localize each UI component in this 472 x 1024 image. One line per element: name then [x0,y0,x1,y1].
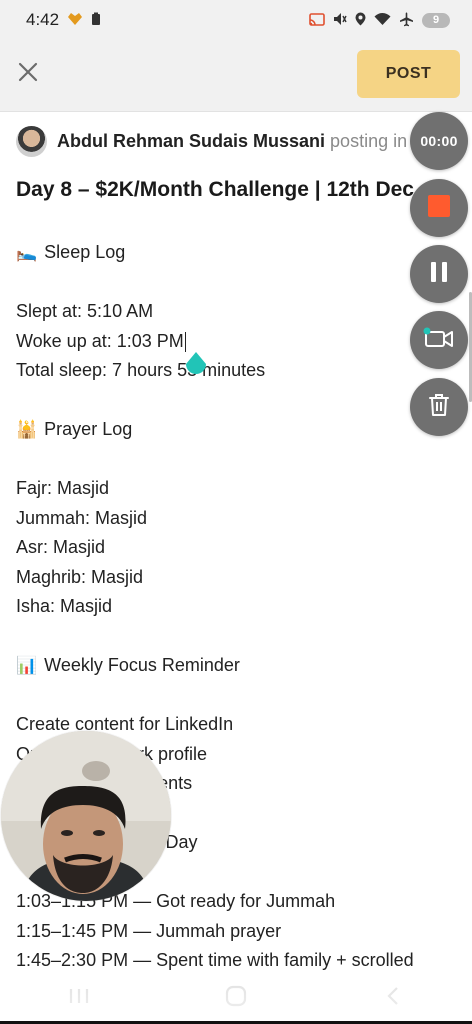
status-time: 4:42 [26,10,60,29]
body-line: Total sleep: 7 hours 53 minutes [16,356,472,386]
body-line-text: Weekly Focus Reminder [44,655,240,675]
body-line-text: Isha: Masjid [16,596,113,616]
post-title[interactable]: Day 8 – $2K/Month Challenge | 12th Dec [16,178,414,202]
body-line: Asr: Masjid [16,533,472,563]
emoji-icon: 📊 [16,656,38,675]
text-cursor [184,331,186,352]
camera-toggle-icon [423,326,455,355]
location-icon [355,12,366,28]
status-left: 4:42 [26,10,101,30]
body-line [16,386,472,416]
camera-preview-bubble[interactable] [1,731,171,901]
body-line [16,445,472,475]
close-button[interactable] [14,60,42,88]
emoji-icon: 🛌 [16,243,38,262]
body-line-text: Fajr: Masjid [16,478,110,498]
body-line: Isha: Masjid [16,592,472,622]
body-line [16,681,472,711]
body-line-text: Sleep Log [44,242,126,262]
text-selection-handle[interactable] [184,352,208,380]
body-line [16,622,472,652]
author-name: Abdul Rehman Sudais Mussani [57,131,326,151]
recording-timer[interactable]: 00:00 [410,112,468,170]
body-line: Woke up at: 1:03 PM [16,327,472,357]
body-line-text: Asr: Masjid [16,537,106,557]
body-line-text: Woke up at: 1:03 PM [16,330,184,351]
body-line-text: Slept at: 5:10 AM [16,301,154,321]
body-line: Jummah: Masjid [16,504,472,534]
heart-badge-icon [67,12,83,28]
emoji-icon: 🕌 [16,420,38,439]
posting-in-label: posting in [330,131,408,151]
battery-saver-icon [91,12,101,28]
author-row: Abdul Rehman Sudais Mussani posting in [16,126,407,157]
pause-icon [429,261,449,288]
body-line-text: Jummah: Masjid [16,507,148,528]
recent-apps-icon [68,987,90,1010]
status-right: 9 [309,12,450,29]
body-line-text: Maghrib: Masjid [16,566,144,587]
battery-indicator: 9 [422,12,450,28]
camera-preview-image [1,731,171,901]
body-line: 1:15–1:45 PM — Jummah prayer [16,917,472,947]
camera-toggle-button[interactable] [410,311,468,369]
avatar [16,126,47,157]
body-line: Slept at: 5:10 AM [16,297,472,327]
delete-recording-button[interactable] [410,378,468,436]
body-line-text: 1:45–2:30 PM — Spent time with family + … [16,950,414,970]
body-line: Fajr: Masjid [16,474,472,504]
close-icon [18,62,38,87]
section-heading: 📊 Weekly Focus Reminder [16,651,472,681]
status-bar: 4:42 9 [0,0,472,40]
body-line: Maghrib: Masjid [16,563,472,593]
body-line [16,268,472,298]
body-line: 1:45–2:30 PM — Spent time with family + … [16,946,472,972]
body-line-text: Prayer Log [44,419,133,439]
home-icon [225,985,247,1012]
timer-label: 00:00 [420,133,458,149]
post-button[interactable]: POST [357,50,460,98]
airplane-icon [399,12,414,29]
stop-recording-button[interactable] [410,179,468,237]
wifi-icon [374,12,391,28]
trash-icon [428,393,450,422]
system-nav-bar [0,972,472,1024]
back-button[interactable] [373,978,413,1018]
back-icon [385,985,401,1012]
body-line-text: Create content for LinkedIn [16,714,234,734]
body-line-text: 1:15–1:45 PM — Jummah prayer [16,920,282,941]
cast-icon [309,12,325,28]
pause-recording-button[interactable] [410,245,468,303]
section-heading: 🕌 Prayer Log [16,415,472,445]
home-button[interactable] [216,978,256,1018]
stop-icon [427,194,451,223]
recent-apps-button[interactable] [59,978,99,1018]
body-line-text: Total sleep: 7 hours 53 minutes [16,360,266,380]
composer-header: POST [0,40,472,112]
mute-icon [333,12,347,28]
section-heading: 🛌 Sleep Log [16,238,472,268]
